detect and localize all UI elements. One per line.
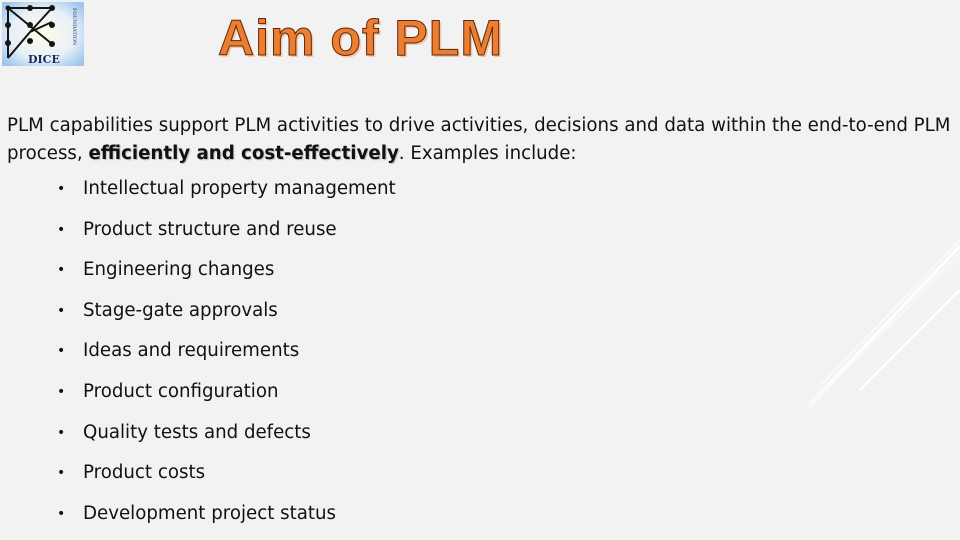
bullet-icon: • xyxy=(57,262,66,279)
list-item-text: Development project status xyxy=(83,502,337,524)
intro-emphasis: efficiently and cost-effectively xyxy=(88,143,399,164)
bullet-icon: • xyxy=(57,181,66,197)
slide-title: Aim of PLM xyxy=(218,10,503,67)
bullet-icon: • xyxy=(57,465,66,482)
bullet-icon: • xyxy=(57,302,66,319)
intro-text-end: . Examples include: xyxy=(398,143,577,164)
bullet-icon: • xyxy=(57,383,66,400)
list-item-text: Stage-gate approvals xyxy=(83,299,278,321)
logo-text: DICE xyxy=(28,53,60,66)
dice-foundation-logo: DICE FOUNDATION xyxy=(2,2,84,66)
list-item-text: Product structure and reuse xyxy=(83,218,337,240)
logo-side-text: FOUNDATION xyxy=(71,8,77,46)
bullet-icon: • xyxy=(57,424,66,441)
list-item-text: Quality tests and defects xyxy=(83,421,311,443)
list-item-text: Intellectual property management xyxy=(83,178,396,199)
list-item-text: Product costs xyxy=(83,462,206,484)
bullet-icon: • xyxy=(57,221,66,238)
list-item-text: Ideas and requirements xyxy=(83,340,300,362)
intro-paragraph: PLM capabilities support PLM activities … xyxy=(7,112,952,168)
bullet-icon: • xyxy=(57,343,66,360)
list-item-text: Engineering changes xyxy=(83,259,275,281)
list-item-text: Product configuration xyxy=(83,380,279,402)
bullet-icon: • xyxy=(57,505,66,522)
